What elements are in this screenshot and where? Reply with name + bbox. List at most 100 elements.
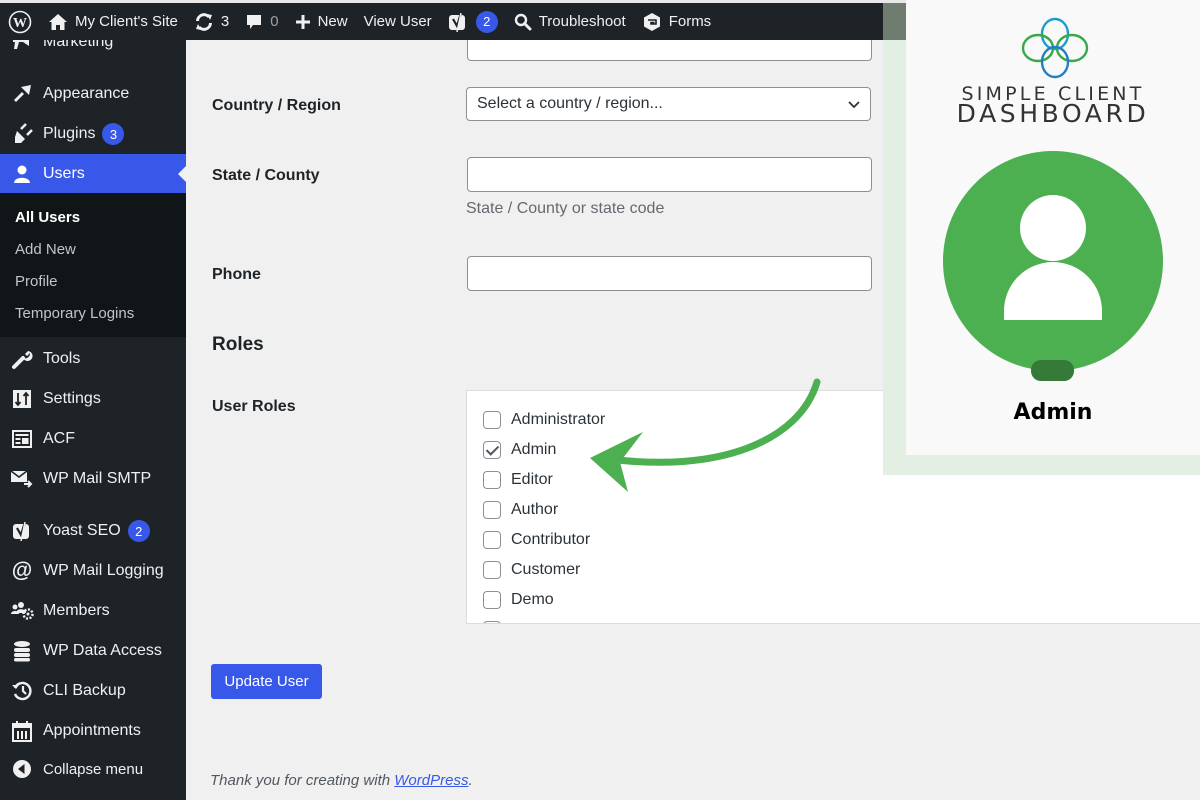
submenu-temporary-logins[interactable]: Temporary Logins (15, 305, 134, 322)
role-checkbox[interactable] (483, 591, 501, 609)
chevron-down-icon (848, 101, 860, 109)
updates-count: 3 (220, 13, 230, 30)
plugins-update-badge: 3 (102, 123, 125, 145)
forms-link[interactable]: Forms (634, 3, 720, 40)
comments-count: 0 (270, 13, 279, 30)
forms-label: Forms (668, 13, 712, 30)
sidebar-item-tools[interactable]: Tools (0, 339, 186, 379)
updates-link[interactable]: 3 (186, 3, 237, 40)
site-name-link[interactable]: My Client's Site (40, 3, 186, 40)
calendar-icon (10, 719, 34, 743)
forms-icon (643, 12, 660, 31)
new-content-link[interactable]: New (287, 3, 356, 40)
role-option-administrator[interactable]: Administrator (483, 411, 605, 429)
wordpress-logo-button[interactable]: W (0, 3, 40, 40)
wrench-icon (10, 347, 34, 371)
site-name-label: My Client's Site (75, 13, 178, 30)
sidebar-collapse-menu[interactable]: Collapse menu (0, 749, 186, 789)
footer-text: Thank you for creating with (210, 772, 395, 789)
yoast-notification-badge: 2 (127, 520, 150, 542)
sidebar-item-appointments[interactable]: Appointments (0, 711, 186, 751)
role-label: Demo (511, 591, 554, 608)
history-icon (10, 679, 34, 703)
comments-link[interactable]: 0 (237, 3, 286, 40)
plus-icon (295, 14, 310, 29)
comment-icon (247, 14, 262, 29)
paintbrush-icon (10, 82, 34, 106)
country-select[interactable]: Select a country / region... (466, 87, 871, 121)
simple-client-dashboard-logo-icon (1021, 17, 1089, 79)
sidebar-item-label: Yoast SEO (43, 522, 121, 539)
avatar-body-shape (1004, 262, 1102, 320)
sidebar-item-acf[interactable]: ACF (0, 419, 186, 459)
user-icon (10, 162, 34, 186)
sidebar-item-label: WP Mail SMTP (43, 470, 152, 487)
role-option-demo[interactable]: Demo (483, 591, 554, 609)
role-checkbox[interactable] (483, 531, 501, 549)
role-label: Editor (511, 471, 553, 488)
role-option-contributor[interactable]: Contributor (483, 531, 590, 549)
sliders-icon (10, 387, 34, 411)
sidebar-item-settings[interactable]: Settings (0, 379, 186, 419)
svg-text:W: W (13, 16, 27, 31)
sidebar-item-plugins[interactable]: Plugins 3 (0, 114, 186, 154)
phone-label: Phone (212, 266, 261, 283)
sidebar-item-label: Users (43, 165, 85, 182)
sidebar-item-members[interactable]: Members (0, 591, 186, 631)
footer-credit: Thank you for creating with WordPress. (210, 772, 473, 789)
sidebar-item-label: Members (43, 602, 110, 619)
sidebar-item-label: Tools (43, 350, 81, 367)
submenu-all-users[interactable]: All Users (15, 209, 80, 226)
sidebar-item-label: ACF (43, 430, 75, 447)
submenu-profile[interactable]: Profile (15, 273, 58, 290)
role-option-editor[interactable]: Editor (483, 471, 553, 489)
role-checkbox-checked[interactable] (483, 441, 501, 459)
sidebar-item-wp-mail-logging[interactable]: @ WP Mail Logging (0, 551, 186, 591)
admin-bar-overlay-edge (883, 3, 906, 40)
sidebar-item-wp-data-access[interactable]: WP Data Access (0, 631, 186, 671)
role-checkbox[interactable] (483, 411, 501, 429)
role-checkbox[interactable] (483, 561, 501, 579)
update-user-button[interactable]: Update User (211, 664, 322, 699)
home-icon (49, 13, 67, 30)
sidebar-item-label: Collapse menu (43, 760, 144, 778)
new-label: New (317, 13, 348, 30)
role-option-author[interactable]: Author (483, 501, 558, 519)
sidebar-item-yoast-seo[interactable]: Yoast SEO 2 (0, 511, 186, 551)
role-name: Admin (1013, 400, 1093, 425)
state-help-text: State / County or state code (466, 200, 665, 217)
role-checkbox-partial[interactable] (483, 621, 501, 623)
yoast-link[interactable]: 2 (440, 3, 506, 40)
sidebar-item-appearance[interactable]: Appearance (0, 74, 186, 114)
role-option-customer[interactable]: Customer (483, 561, 580, 579)
country-select-value: Select a country / region... (477, 95, 663, 112)
collapse-icon (10, 757, 34, 781)
sidebar-item-label: WP Mail Logging (43, 562, 164, 579)
yoast-badge: 2 (475, 10, 498, 33)
view-user-link[interactable]: View User (356, 3, 440, 40)
sidebar-item-label: Plugins (43, 125, 96, 142)
sidebar-item-label: Appointments (43, 722, 141, 739)
phone-input[interactable] (467, 256, 872, 291)
wordpress-link[interactable]: WordPress (394, 772, 468, 789)
role-checkbox[interactable] (483, 501, 501, 519)
role-checkbox[interactable] (483, 471, 501, 489)
at-icon: @ (11, 559, 33, 582)
footer-suffix: . (468, 772, 473, 789)
yoast-icon (448, 12, 465, 32)
country-label: Country / Region (212, 97, 341, 114)
updates-icon (195, 12, 212, 31)
sidebar-item-wp-mail-smtp[interactable]: WP Mail SMTP (0, 459, 186, 499)
user-roles-label: User Roles (212, 398, 296, 415)
state-label: State / County (212, 167, 320, 184)
sidebar-item-users[interactable]: Users (0, 154, 186, 194)
view-user-label: View User (363, 13, 432, 30)
role-option-admin[interactable]: Admin (483, 441, 556, 459)
admin-bar: W My Client's Site 3 0 New View User 2 T… (0, 3, 906, 40)
user-avatar (943, 151, 1163, 371)
sidebar-item-label: Settings (43, 390, 101, 407)
state-input[interactable] (467, 157, 872, 192)
sidebar-item-cli-backup[interactable]: CLI Backup (0, 671, 186, 711)
submenu-add-new[interactable]: Add New (15, 241, 76, 258)
troubleshoot-link[interactable]: Troubleshoot (506, 3, 634, 40)
